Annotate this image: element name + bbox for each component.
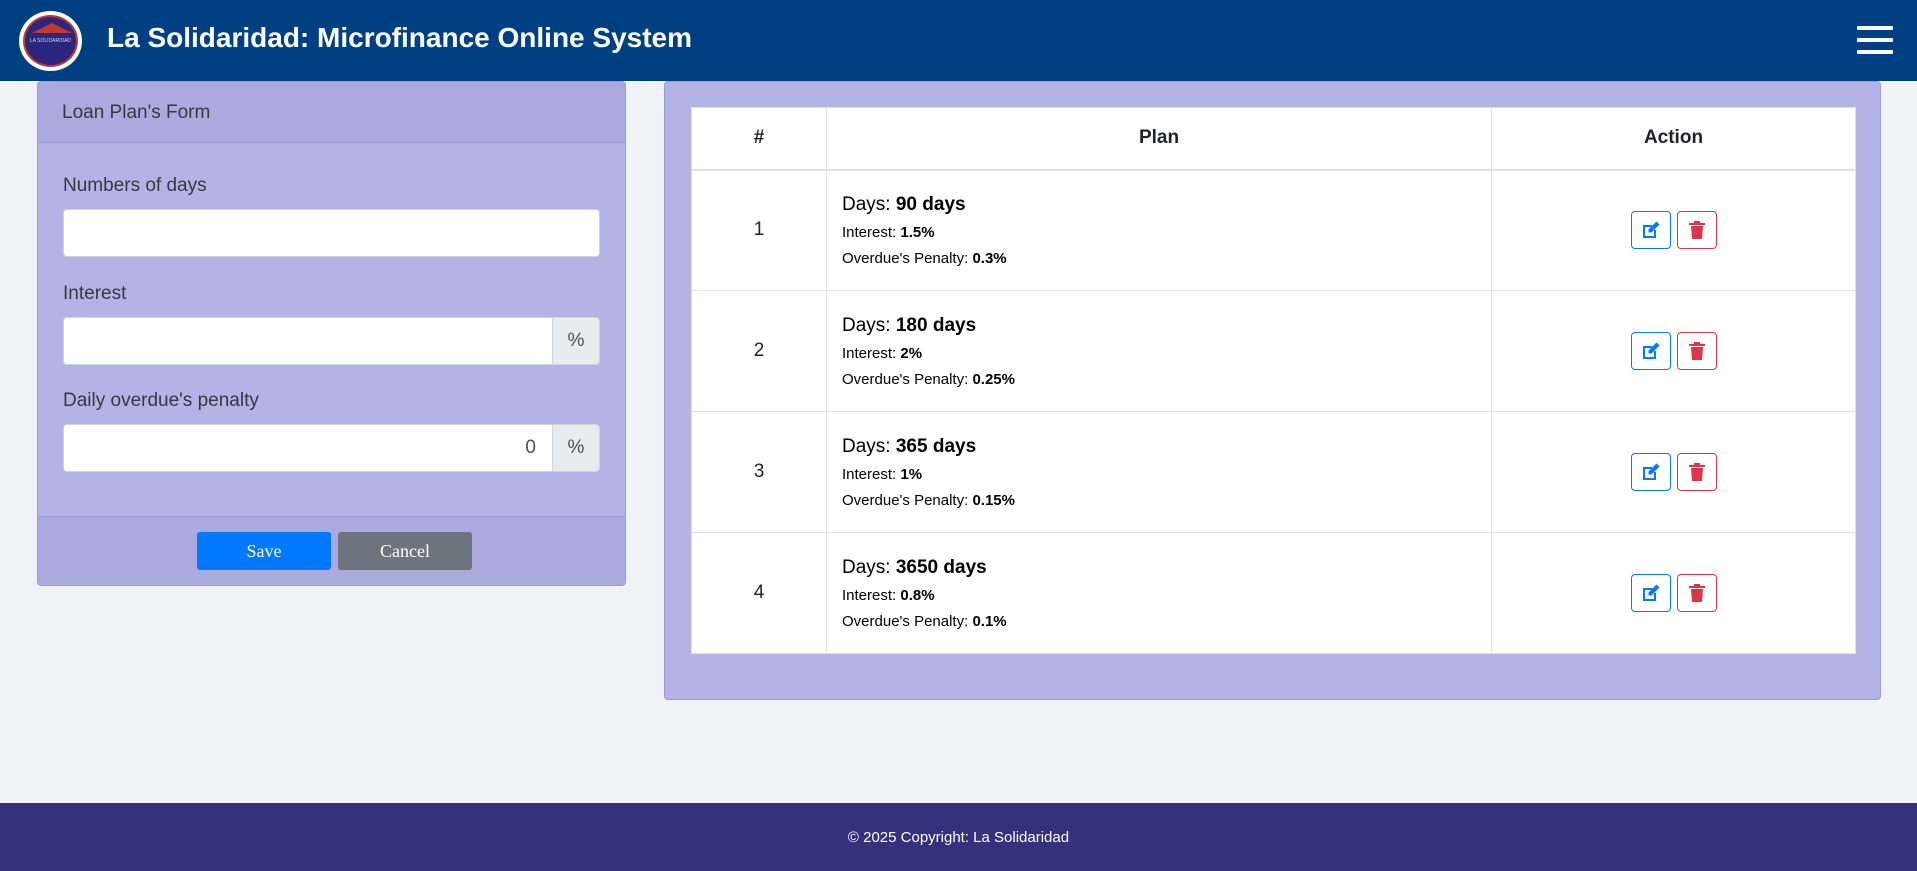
plan-days: 180 days xyxy=(895,314,977,336)
days-prefix: Days: xyxy=(842,314,896,336)
plan-details: Days: 3650 days Interest: 0.8% Overdue's… xyxy=(826,532,1492,654)
site-footer: © 2025 Copyright: La Solidaridad xyxy=(0,803,1917,871)
row-actions xyxy=(1491,411,1856,533)
row-number: 2 xyxy=(691,290,827,412)
interest-prefix: Interest: xyxy=(842,465,901,483)
loan-plan-form-card: Loan Plan's Form Numbers of days Interes… xyxy=(37,81,626,586)
interest-prefix: Interest: xyxy=(842,586,901,604)
penalty-label: Daily overdue's penalty xyxy=(63,390,259,411)
row-actions xyxy=(1491,290,1856,412)
interest-input[interactable] xyxy=(63,317,553,365)
edit-button[interactable] xyxy=(1630,211,1671,250)
form-title: Loan Plan's Form xyxy=(38,82,625,143)
plan-interest: 1.5% xyxy=(900,223,935,241)
edit-icon xyxy=(1642,221,1659,239)
plan-penalty: 0.15% xyxy=(972,491,1015,509)
header-plan: Plan xyxy=(826,107,1492,171)
delete-button[interactable] xyxy=(1676,211,1717,250)
days-prefix: Days: xyxy=(842,435,896,457)
table-row: 3 Days: 365 days Interest: 1% Overdue's … xyxy=(691,411,1856,533)
table-row: 4 Days: 3650 days Interest: 0.8% Overdue… xyxy=(691,532,1856,654)
interest-label: Interest xyxy=(63,283,127,304)
edit-icon xyxy=(1642,463,1659,480)
plan-days: 365 days xyxy=(895,435,977,457)
app-title: La Solidaridad: Microfinance Online Syst… xyxy=(107,22,693,53)
penalty-prefix: Overdue's Penalty: xyxy=(842,249,973,267)
plan-details: Days: 365 days Interest: 1% Overdue's Pe… xyxy=(826,411,1492,533)
delete-button[interactable] xyxy=(1676,574,1717,612)
header-action: Action xyxy=(1491,107,1856,171)
hamburger-menu-icon[interactable] xyxy=(1857,26,1893,54)
row-actions xyxy=(1491,169,1856,291)
edit-button[interactable] xyxy=(1630,574,1671,612)
row-number: 1 xyxy=(691,169,827,291)
edit-button[interactable] xyxy=(1630,332,1671,370)
loan-plans-table-card: # Plan Action 1 Days: 90 days Interest: … xyxy=(664,81,1881,700)
trash-icon xyxy=(1688,221,1705,240)
interest-prefix: Interest: xyxy=(842,223,901,241)
days-prefix: Days: xyxy=(842,556,896,578)
edit-icon xyxy=(1642,342,1659,359)
row-number: 3 xyxy=(691,411,827,533)
copyright-text: © 2025 Copyright: La Solidaridad xyxy=(847,828,1070,846)
form-footer: Save Cancel xyxy=(38,516,625,585)
row-actions xyxy=(1491,532,1856,654)
days-input[interactable] xyxy=(63,209,600,257)
plan-interest: 1% xyxy=(900,465,923,483)
plan-interest: 2% xyxy=(900,344,923,362)
table-row: 2 Days: 180 days Interest: 2% Overdue's … xyxy=(691,290,1856,412)
table-row: 1 Days: 90 days Interest: 1.5% Overdue's… xyxy=(691,169,1856,291)
table-header-row: # Plan Action xyxy=(691,107,1856,171)
loan-plans-table: # Plan Action 1 Days: 90 days Interest: … xyxy=(691,107,1856,654)
edit-icon xyxy=(1642,584,1659,601)
interest-prefix: Interest: xyxy=(842,344,901,362)
edit-button[interactable] xyxy=(1630,453,1671,491)
plan-days: 90 days xyxy=(895,193,966,215)
delete-button[interactable] xyxy=(1676,453,1717,491)
top-navbar: LA SOLIDARIDAD La Solidaridad: Microfina… xyxy=(0,0,1917,81)
penalty-input[interactable] xyxy=(63,424,553,472)
header-number: # xyxy=(691,107,827,171)
delete-button[interactable] xyxy=(1676,332,1717,370)
plan-penalty: 0.25% xyxy=(972,370,1015,388)
plan-penalty: 0.3% xyxy=(972,249,1007,267)
logo-emblem: LA SOLIDARIDAD xyxy=(23,15,78,67)
penalty-prefix: Overdue's Penalty: xyxy=(842,491,973,509)
penalty-prefix: Overdue's Penalty: xyxy=(842,370,973,388)
trash-icon xyxy=(1688,463,1705,481)
plan-details: Days: 180 days Interest: 2% Overdue's Pe… xyxy=(826,290,1492,412)
app-logo[interactable]: LA SOLIDARIDAD xyxy=(19,11,82,71)
interest-percent-addon: % xyxy=(552,317,600,365)
days-prefix: Days: xyxy=(842,193,896,215)
penalty-prefix: Overdue's Penalty: xyxy=(842,612,973,630)
penalty-percent-addon: % xyxy=(552,424,600,472)
cancel-button[interactable]: Cancel xyxy=(338,532,472,570)
plan-details: Days: 90 days Interest: 1.5% Overdue's P… xyxy=(826,169,1492,291)
plan-days: 3650 days xyxy=(895,556,987,578)
trash-icon xyxy=(1688,584,1705,602)
trash-icon xyxy=(1688,342,1705,360)
save-button[interactable]: Save xyxy=(197,532,331,570)
days-label: Numbers of days xyxy=(63,175,207,196)
plan-interest: 0.8% xyxy=(900,586,935,604)
plan-penalty: 0.1% xyxy=(972,612,1007,630)
logo-text: LA SOLIDARIDAD xyxy=(29,38,72,44)
row-number: 4 xyxy=(691,532,827,654)
